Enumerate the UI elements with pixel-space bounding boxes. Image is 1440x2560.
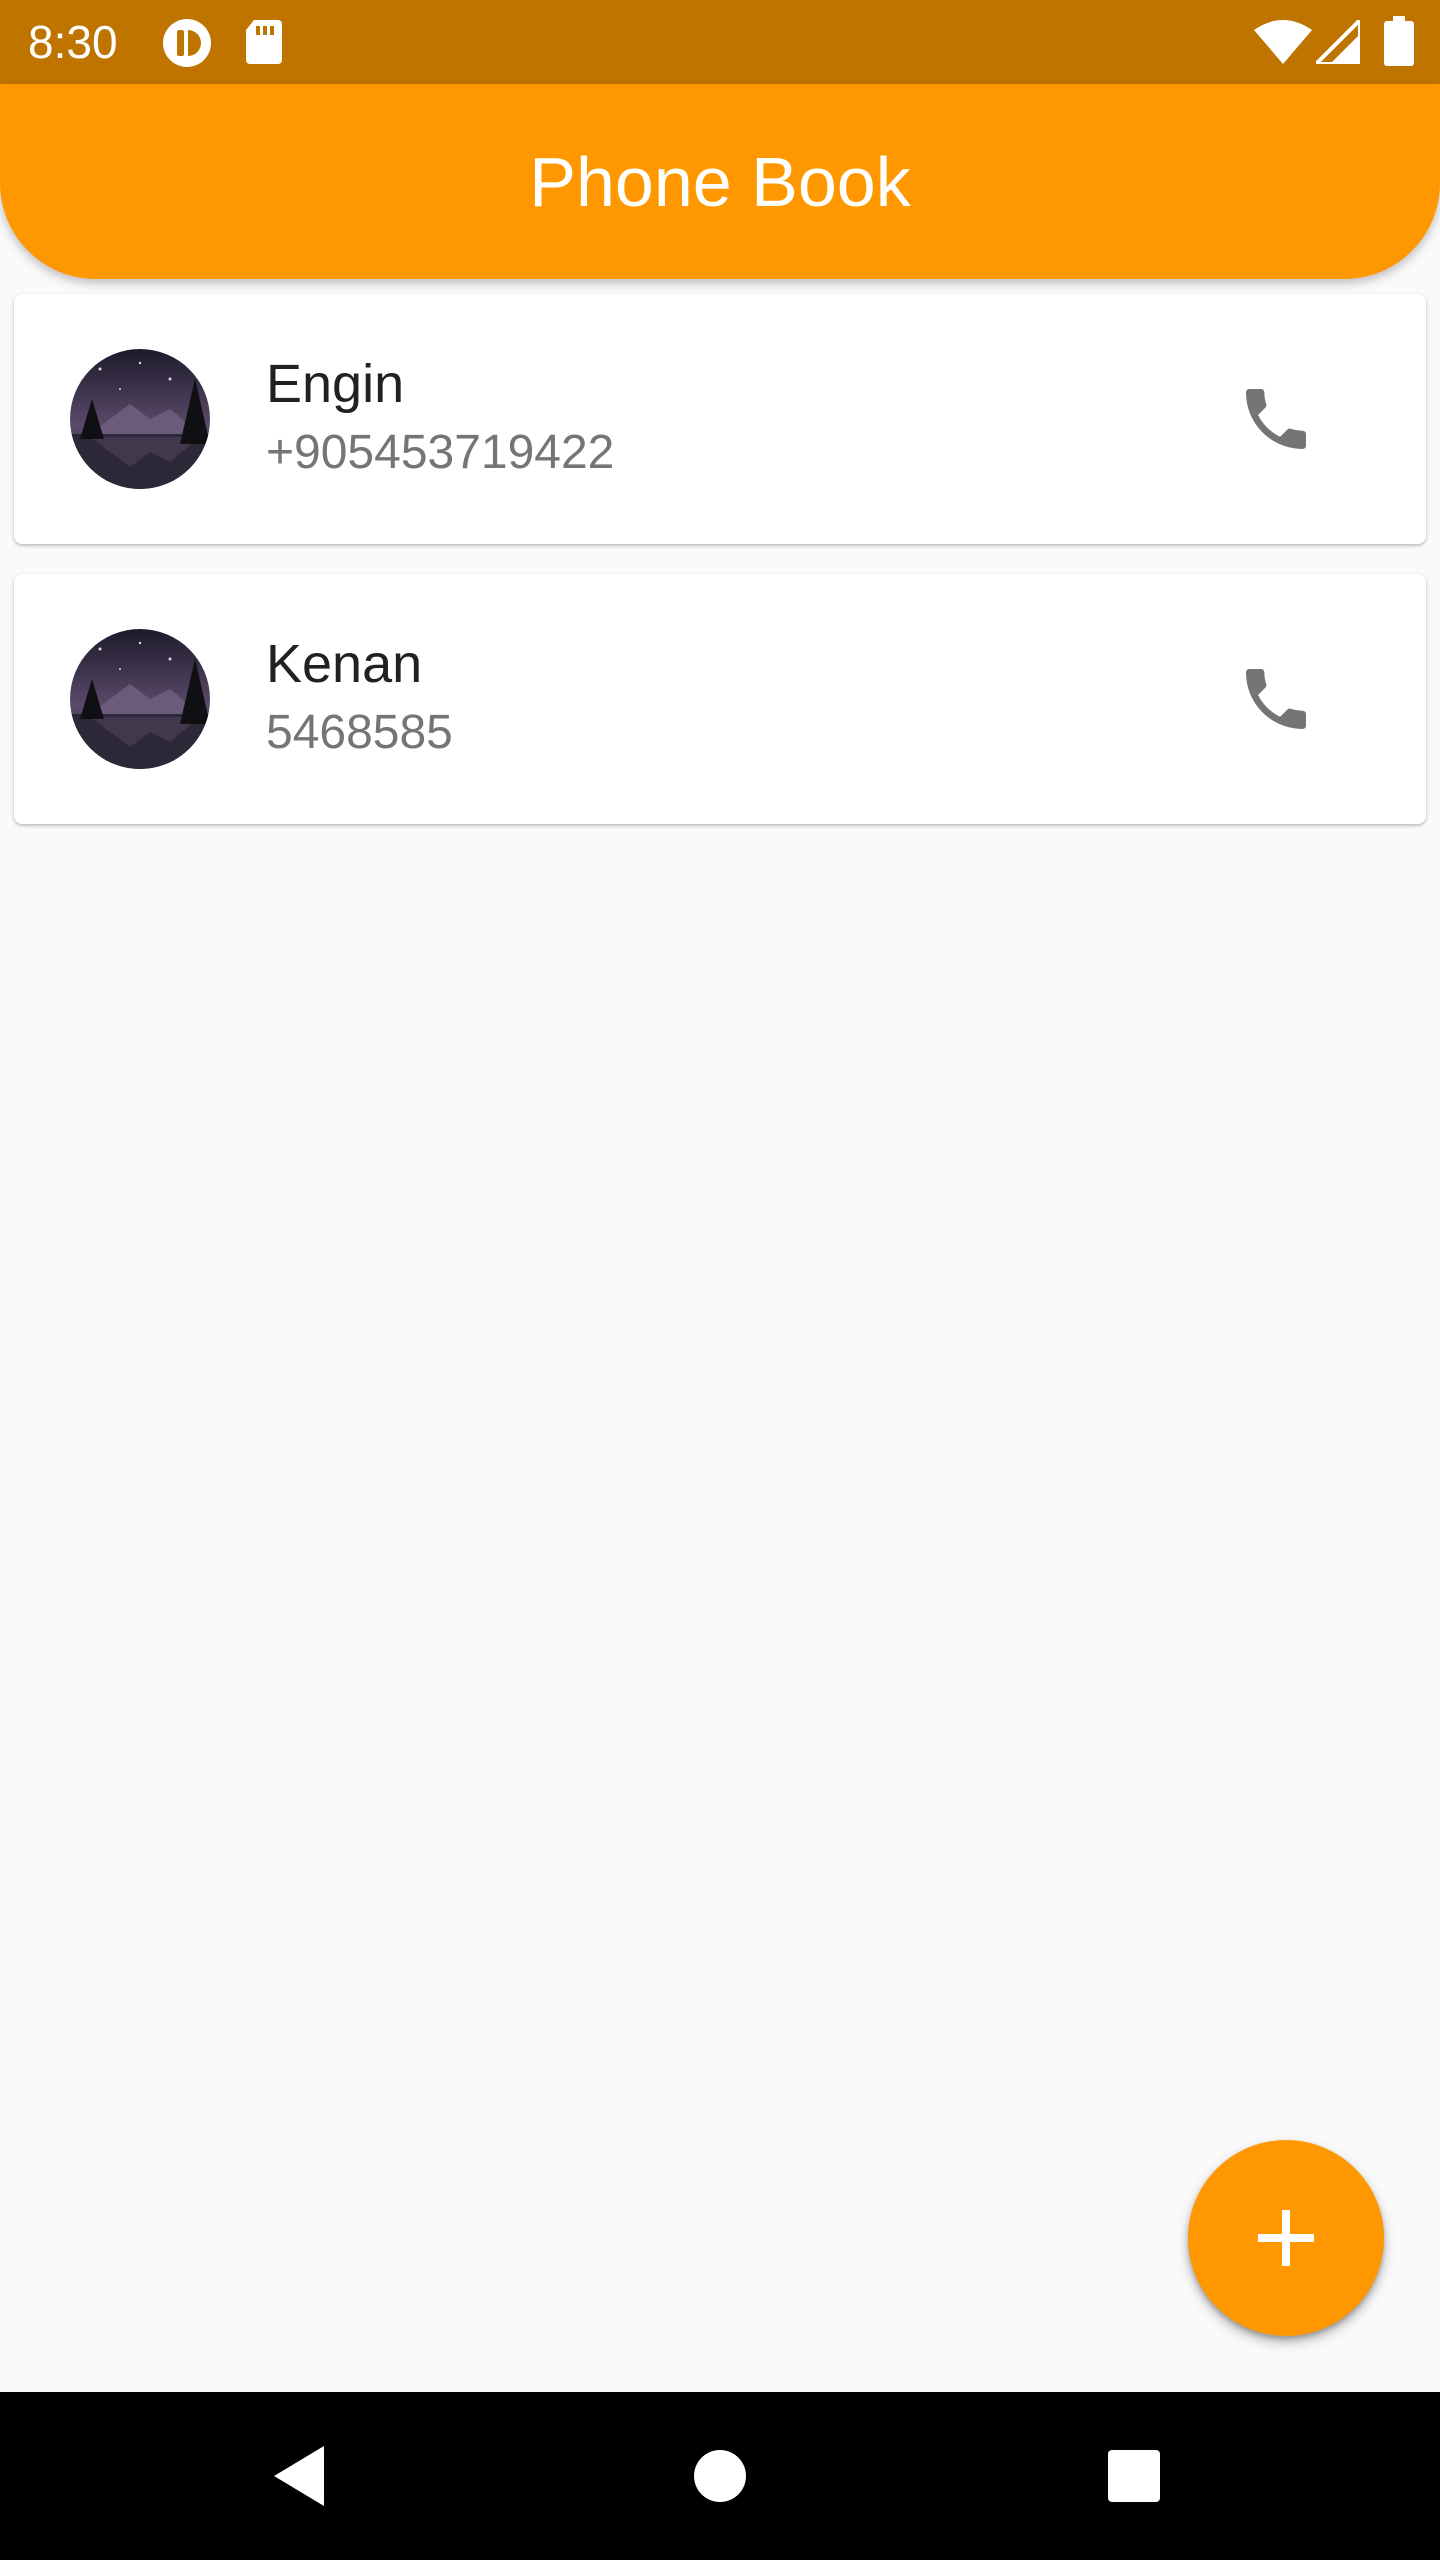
avatar	[70, 349, 210, 489]
app-bar: Phone Book	[0, 84, 1440, 279]
page-title: Phone Book	[529, 143, 911, 221]
phone-icon[interactable]	[1236, 379, 1316, 459]
wifi-icon	[1254, 20, 1312, 68]
contact-name: Engin	[266, 354, 405, 414]
contact-card[interactable]: Engin +905453719422	[14, 294, 1426, 544]
status-bar: 8:30	[0, 0, 1440, 84]
home-icon[interactable]	[680, 2436, 760, 2516]
contact-card[interactable]: Kenan 5468585	[14, 574, 1426, 824]
contact-name: Kenan	[266, 634, 423, 694]
battery-icon	[1384, 16, 1414, 66]
avatar	[70, 629, 210, 769]
add-icon	[1258, 2210, 1314, 2266]
sd-card-icon	[244, 18, 284, 66]
contact-list: Engin +905453719422 Kenan 5468585	[14, 294, 1426, 854]
contact-phone: +905453719422	[266, 426, 615, 479]
status-time: 8:30	[28, 16, 118, 68]
add-contact-button[interactable]	[1188, 2140, 1384, 2336]
cell-signal-icon	[1316, 20, 1360, 68]
phone-icon[interactable]	[1236, 659, 1316, 739]
back-icon[interactable]	[262, 2436, 342, 2516]
contact-phone: 5468585	[266, 706, 453, 759]
screen: 8:30 Phone Book Engin +905453719422 Kena…	[0, 0, 1440, 2560]
recents-icon[interactable]	[1094, 2436, 1174, 2516]
navigation-bar	[0, 2392, 1440, 2560]
app-notification-icon	[162, 18, 212, 67]
